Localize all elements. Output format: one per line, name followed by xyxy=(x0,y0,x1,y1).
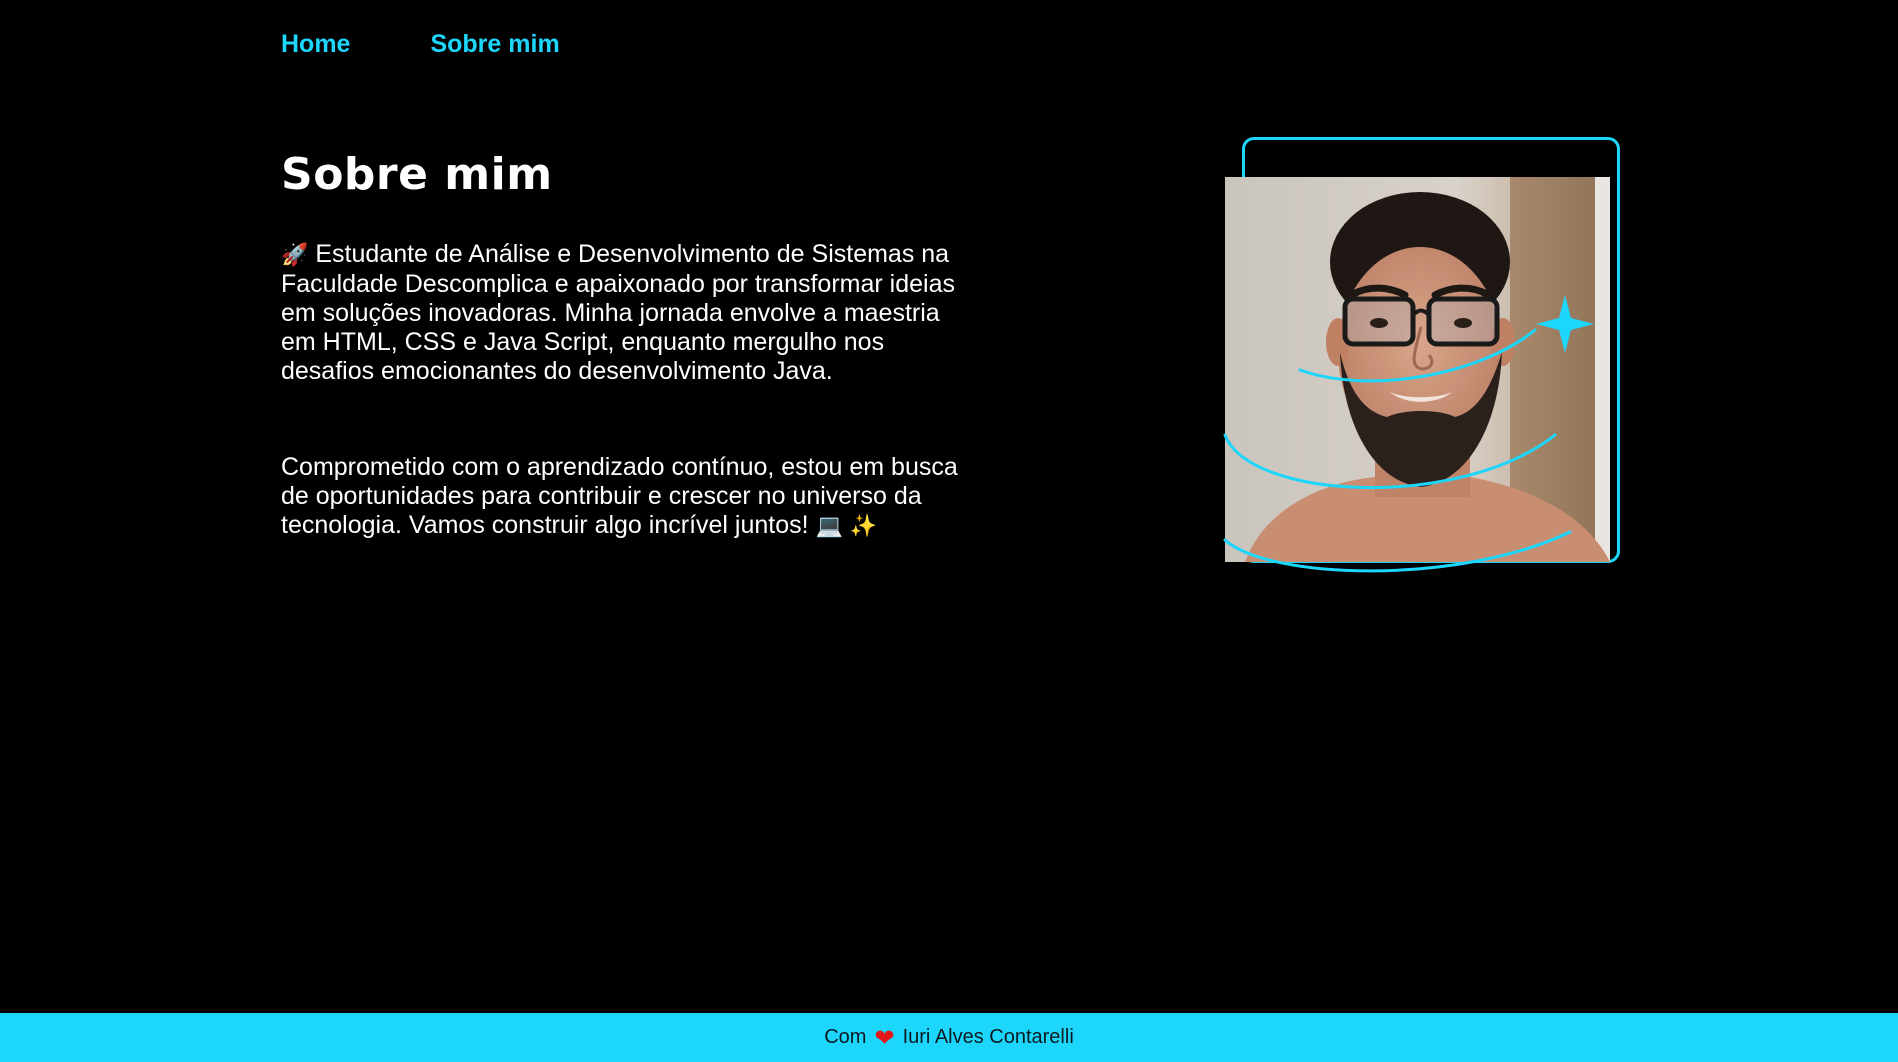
profile-photo-illustration xyxy=(1225,177,1610,562)
top-nav: Home Sobre mim xyxy=(281,26,560,62)
laptop-icon: 💻 xyxy=(815,514,843,539)
footer: Com ❤ Iuri Alves Contarelli xyxy=(0,1013,1898,1062)
profile-photo-area xyxy=(1210,130,1640,590)
page-title: Sobre mim xyxy=(281,149,553,200)
page: Home Sobre mim Sobre mim 🚀 Estudante de … xyxy=(0,0,1898,1062)
sparkles-icon: ✨ xyxy=(849,514,878,539)
rocket-icon: 🚀 xyxy=(281,243,309,268)
heart-icon: ❤ xyxy=(874,1023,895,1052)
profile-photo xyxy=(1225,177,1610,562)
intro-text: Estudante de Análise e Desenvolvimento d… xyxy=(281,240,955,385)
commitment-paragraph: Comprometido com o aprendizado contínuo,… xyxy=(281,453,961,541)
footer-prefix: Com xyxy=(824,1026,867,1048)
footer-author: Iuri Alves Contarelli xyxy=(902,1026,1074,1048)
nav-sobre-mim-link[interactable]: Sobre mim xyxy=(430,26,559,62)
nav-home-link[interactable]: Home xyxy=(281,26,350,62)
intro-paragraph: 🚀 Estudante de Análise e Desenvolvimento… xyxy=(281,240,961,386)
